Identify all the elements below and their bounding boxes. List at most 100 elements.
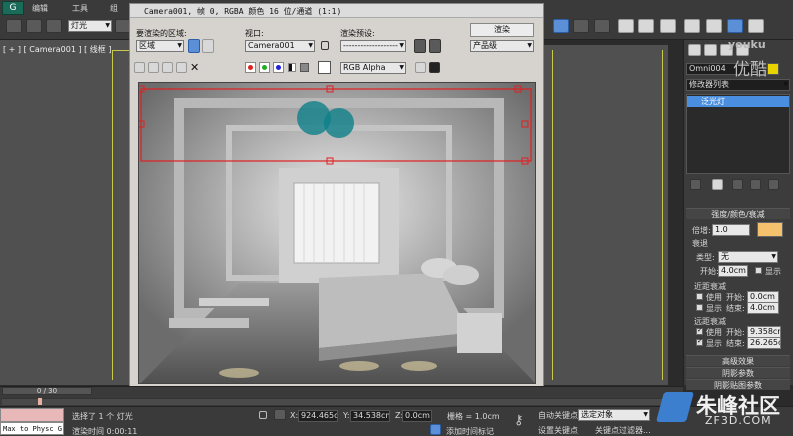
curve-editor-icon[interactable] [618, 19, 634, 33]
bind-space-warp-icon[interactable] [46, 19, 62, 33]
viewport-label[interactable]: [ + ] [ Camera001 ] [ 线框 ] [3, 44, 111, 55]
selection-lock-icon[interactable] [259, 411, 267, 419]
multiplier-color-swatch[interactable] [757, 222, 783, 237]
intensity-rollout-header[interactable]: 强度/颜色/衰减 [686, 208, 790, 219]
render-setup-small-icon[interactable] [414, 39, 426, 53]
x-coord-field[interactable]: 924.465cm [298, 410, 338, 422]
y-coord-field[interactable]: 34.538cm [350, 410, 390, 422]
render-area-dropdown[interactable]: 区域 [136, 40, 184, 52]
near-end-field[interactable]: 4.0cm [747, 302, 779, 314]
link-icon[interactable] [6, 19, 22, 33]
render-button[interactable]: 渲染 [470, 23, 534, 37]
near-show-checkbox[interactable] [696, 304, 703, 311]
absolute-mode-icon[interactable] [274, 409, 286, 420]
far-start-label: 开始: [726, 328, 745, 337]
viewport-frame-line-2 [662, 50, 663, 380]
material-editor-icon[interactable] [660, 19, 676, 33]
render-iterative-icon[interactable] [748, 19, 764, 33]
maxscript-input[interactable]: Max to Physc G [0, 422, 64, 435]
toggle-ui-overlay-icon[interactable] [415, 62, 426, 73]
selected-object-dropdown[interactable]: 选定对象 [578, 409, 650, 421]
far-end-field[interactable]: 26.265c [747, 337, 781, 349]
toggle-ui-icon[interactable] [429, 62, 440, 73]
rendered-image[interactable] [138, 82, 536, 384]
align-icon[interactable] [573, 19, 589, 33]
decay-type-label: 类型: [696, 253, 715, 262]
app-logo[interactable]: G [2, 1, 24, 15]
menu-tools[interactable]: 工具 [72, 3, 88, 14]
decay-label: 衰退 [692, 239, 708, 248]
status-prompt: 选择了 1 个 灯光 [72, 412, 133, 421]
near-end-value: 4.0cm [750, 303, 775, 312]
modify-tab-icon[interactable] [704, 44, 717, 56]
swatch-white[interactable] [318, 61, 331, 74]
multiplier-label: 倍增: [692, 226, 711, 235]
lock-icon[interactable] [321, 41, 329, 50]
near-use-checkbox[interactable] [696, 293, 703, 300]
make-unique-icon[interactable] [732, 179, 743, 190]
multiplier-field[interactable]: 1.0 [712, 224, 750, 236]
viewport-dropdown[interactable]: Camera001 [245, 40, 315, 52]
monochrome-button[interactable] [300, 63, 309, 72]
shadow-params-rollout[interactable]: 阴影参数 [686, 367, 790, 378]
copy-image-icon[interactable] [148, 62, 159, 73]
layer-manager-icon[interactable] [594, 19, 610, 33]
modifier-stack-item[interactable]: 泛光灯 [687, 96, 789, 107]
timeline-keyframe[interactable] [38, 398, 42, 405]
auto-region-icon[interactable] [202, 39, 214, 53]
pin-stack-icon[interactable] [690, 179, 701, 190]
alpha-channel-button[interactable] [288, 63, 296, 72]
render-quality-dropdown[interactable]: 产品级 [470, 40, 534, 52]
environment-icon[interactable] [429, 39, 441, 53]
viewport-frame-line [552, 50, 553, 380]
object-name-value: Omni004 [689, 64, 726, 73]
youku-watermark: youku [728, 38, 766, 51]
render-preset-dropdown[interactable]: ------------------- [340, 40, 406, 52]
far-use-checkbox[interactable] [696, 326, 703, 335]
key-icon[interactable]: ⚷ [514, 413, 524, 428]
z-coord-field[interactable]: 0.0cm [402, 410, 432, 422]
modifier-list-dropdown[interactable]: 修改器列表 [686, 79, 790, 91]
remove-modifier-icon[interactable] [750, 179, 761, 190]
configure-sets-icon[interactable] [768, 179, 779, 190]
advanced-effects-rollout[interactable]: 高级效果 [686, 355, 790, 366]
key-filters-label[interactable]: 关键点过滤器... [595, 425, 651, 436]
print-icon[interactable] [176, 62, 187, 73]
schematic-view-icon[interactable] [638, 19, 654, 33]
shadow-map-rollout[interactable]: 阴影贴图参数 [686, 379, 790, 390]
far-show-checkbox[interactable] [696, 337, 703, 346]
unlink-icon[interactable] [26, 19, 42, 33]
modifier-stack-item-label: 泛光灯 [701, 97, 725, 106]
decay-show-checkbox[interactable] [755, 267, 762, 274]
render-production-icon[interactable] [727, 19, 743, 33]
save-image-icon[interactable] [134, 62, 145, 73]
clone-window-icon[interactable] [162, 62, 173, 73]
menu-group[interactable]: 组 [110, 3, 118, 14]
show-end-result-icon[interactable] [712, 179, 723, 190]
clear-icon[interactable]: ✕ [190, 61, 199, 74]
create-tab-icon[interactable] [688, 44, 701, 56]
render-setup-icon[interactable] [684, 19, 700, 33]
add-time-tag-label[interactable]: 添加时间标记 [446, 426, 494, 436]
object-color-swatch[interactable] [767, 63, 779, 75]
rendered-frame-window[interactable]: Camera001, 帧 0, RGBA 颜色 16 位/通道 (1:1) 要渲… [129, 3, 544, 390]
selection-filter-dropdown[interactable]: 灯光 [68, 20, 112, 32]
menu-edit[interactable]: 编辑 [32, 3, 48, 14]
time-slider[interactable]: 0 / 30 [2, 387, 92, 395]
set-key-label[interactable]: 设置关键点 [538, 425, 578, 436]
left-viewport[interactable] [0, 40, 130, 385]
mirror-icon[interactable] [553, 19, 569, 33]
edit-region-icon[interactable] [188, 39, 200, 53]
timeline-track[interactable] [2, 398, 682, 405]
display-channel-dropdown[interactable]: RGB Alpha [340, 62, 406, 74]
rendered-frame-icon[interactable] [706, 19, 722, 33]
window-titlebar[interactable]: Camera001, 帧 0, RGBA 颜色 16 位/通道 (1:1) [130, 4, 543, 18]
maxscript-listener[interactable] [0, 408, 64, 422]
decay-start-field[interactable]: 4.0cm [718, 265, 748, 277]
green-channel-button[interactable] [259, 62, 270, 73]
blue-channel-button[interactable] [273, 62, 284, 73]
decay-type-dropdown[interactable]: 无 [718, 251, 778, 263]
red-channel-button[interactable] [245, 62, 256, 73]
add-time-tag-icon[interactable] [430, 424, 441, 435]
auto-key-label[interactable]: 自动关键点 [538, 410, 578, 421]
